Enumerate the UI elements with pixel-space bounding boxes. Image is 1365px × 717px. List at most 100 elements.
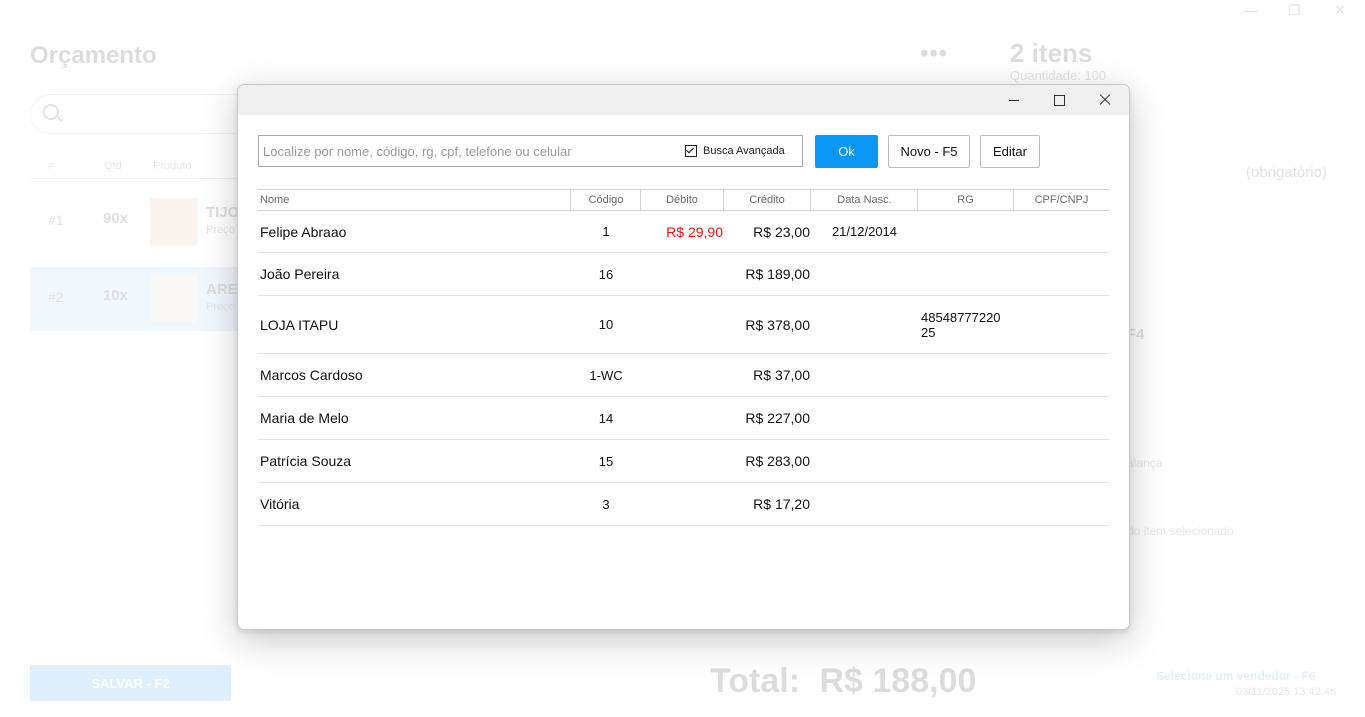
cart-row[interactable]: #1 90x TIJO Preço bbox=[30, 190, 240, 254]
customer-debit bbox=[641, 483, 723, 525]
table-body: Felipe Abraao 1 R$ 29,90 R$ 23,00 21/12/2014… bbox=[258, 211, 1109, 526]
close-icon bbox=[1099, 94, 1111, 106]
ok-button[interactable]: Ok bbox=[815, 135, 878, 168]
customer-cpf bbox=[1014, 397, 1109, 439]
product-image bbox=[150, 198, 198, 246]
advanced-search-checkbox[interactable] bbox=[685, 145, 697, 157]
product-price: Preço bbox=[206, 301, 235, 313]
table-row[interactable]: Maria de Melo 14 R$ 227,00 bbox=[258, 397, 1109, 440]
customer-rg bbox=[919, 354, 1014, 396]
col-header-code[interactable]: Código bbox=[571, 190, 641, 210]
restore-icon[interactable]: ❐ bbox=[1288, 2, 1301, 19]
row-qty: 90x bbox=[103, 210, 129, 227]
customer-code: 15 bbox=[598, 453, 614, 469]
items-count: 2 itens bbox=[1010, 38, 1093, 68]
advanced-search-toggle[interactable]: Busca Avançada bbox=[685, 145, 785, 157]
customer-search-dialog: Busca Avançada Ok Novo - F5 Editar Nome … bbox=[237, 84, 1130, 630]
minimize-icon[interactable]: — bbox=[1244, 2, 1258, 18]
col-header-cpf[interactable]: CPF/CNPJ bbox=[1014, 190, 1109, 210]
table-row[interactable]: LOJA ITAPU 10 R$ 378,00 48548777220 25 bbox=[258, 296, 1109, 354]
customer-required-hint: (obrigatório) bbox=[1246, 164, 1327, 181]
datetime: 03/11/2025 13:42:46 bbox=[1235, 686, 1336, 698]
customer-name: Vitória bbox=[260, 496, 300, 512]
customer-code: 3 bbox=[602, 496, 610, 512]
select-seller-link[interactable]: Selecione um vendedor - F6 bbox=[1156, 669, 1315, 683]
customer-rg: 48548777220 25 bbox=[921, 309, 1001, 340]
product-search-input[interactable] bbox=[30, 94, 262, 134]
customer-cpf bbox=[1014, 354, 1109, 396]
customer-name: Maria de Melo bbox=[260, 410, 349, 426]
customer-cpf bbox=[1014, 483, 1109, 525]
close-icon[interactable]: ✕ bbox=[1334, 2, 1346, 19]
customer-birthdate: 21/12/2014 bbox=[831, 224, 898, 239]
new-customer-button[interactable]: Novo - F5 bbox=[888, 135, 970, 168]
table-row[interactable]: Felipe Abraao 1 R$ 29,90 R$ 23,00 21/12/2014 bbox=[258, 211, 1109, 253]
customer-debit bbox=[641, 253, 723, 295]
customer-search-input[interactable] bbox=[259, 136, 677, 166]
customer-cpf bbox=[1014, 253, 1109, 295]
save-button[interactable]: SALVAR - F2 bbox=[30, 665, 231, 701]
page-title: Orçamento bbox=[30, 42, 157, 69]
minimize-button[interactable] bbox=[992, 85, 1036, 115]
selected-item-hint: do item selecionado bbox=[1127, 524, 1234, 538]
customer-debit bbox=[641, 440, 723, 482]
customer-name: LOJA ITAPU bbox=[260, 316, 339, 333]
table-row[interactable]: Vitória 3 R$ 17,20 bbox=[258, 483, 1109, 526]
row-index: #1 bbox=[48, 212, 64, 228]
customer-name: Patrícia Souza bbox=[260, 453, 352, 469]
customer-code: 10 bbox=[598, 317, 614, 332]
customer-table: Nome Código Débito Crédito Data Nasc. RG… bbox=[258, 189, 1109, 526]
customer-birthdate bbox=[811, 296, 918, 353]
col-header-product: Produto bbox=[153, 160, 192, 172]
customer-birthdate bbox=[811, 397, 918, 439]
balance-hint: alança bbox=[1127, 456, 1163, 470]
customer-credit: R$ 283,00 bbox=[745, 453, 810, 469]
row-index: #2 bbox=[48, 289, 64, 305]
maximize-icon bbox=[1053, 94, 1065, 106]
customer-code: 1 bbox=[602, 224, 610, 239]
customer-rg bbox=[919, 397, 1014, 439]
more-menu-icon[interactable]: ••• bbox=[920, 40, 948, 68]
customer-name: Marcos Cardoso bbox=[260, 367, 363, 383]
customer-name: João Pereira bbox=[260, 266, 340, 282]
quantity-total: Quantidade: 100 bbox=[1010, 68, 1107, 83]
customer-cpf bbox=[1014, 211, 1109, 252]
advanced-search-label: Busca Avançada bbox=[703, 145, 785, 157]
customer-name: Felipe Abraao bbox=[260, 223, 347, 240]
customer-search-field: Busca Avançada bbox=[258, 135, 803, 167]
customer-rg bbox=[919, 440, 1014, 482]
table-row[interactable]: João Pereira 16 R$ 189,00 bbox=[258, 253, 1109, 296]
customer-birthdate bbox=[811, 253, 918, 295]
customer-cpf bbox=[1014, 296, 1109, 353]
dialog-titlebar[interactable] bbox=[238, 85, 1129, 115]
customer-birthdate bbox=[811, 440, 918, 482]
col-header-debit[interactable]: Débito bbox=[641, 190, 723, 210]
customer-debit: R$ 29,90 bbox=[666, 223, 723, 240]
customer-credit: R$ 23,00 bbox=[753, 223, 810, 240]
customer-debit bbox=[641, 397, 723, 439]
customer-debit bbox=[641, 296, 723, 353]
customer-credit: R$ 189,00 bbox=[745, 266, 810, 282]
total-value: R$ 188,00 bbox=[819, 662, 977, 700]
close-button[interactable] bbox=[1083, 85, 1127, 115]
col-header-rg[interactable]: RG bbox=[918, 190, 1013, 210]
row-qty: 10x bbox=[103, 287, 129, 304]
table-row[interactable]: Marcos Cardoso 1-WC R$ 37,00 bbox=[258, 354, 1109, 397]
customer-birthdate bbox=[811, 354, 918, 396]
col-header-credit[interactable]: Crédito bbox=[724, 190, 810, 210]
table-row[interactable]: Patrícia Souza 15 R$ 283,00 bbox=[258, 440, 1109, 483]
total: Total: R$ 188,00 bbox=[710, 662, 976, 701]
col-header-name[interactable]: Nome bbox=[260, 190, 289, 210]
minimize-icon bbox=[1009, 99, 1019, 101]
product-price: Preço bbox=[206, 224, 235, 236]
customer-debit bbox=[641, 354, 723, 396]
col-header-dob[interactable]: Data Nasc. bbox=[811, 190, 918, 210]
cart-row[interactable]: #2 10x ARE Preço bbox=[30, 267, 240, 331]
maximize-button[interactable] bbox=[1037, 85, 1081, 115]
edit-customer-button[interactable]: Editar bbox=[980, 135, 1040, 168]
product-name: ARE bbox=[206, 281, 238, 298]
customer-cpf bbox=[1014, 440, 1109, 482]
product-image bbox=[150, 275, 198, 323]
divider bbox=[30, 178, 240, 179]
col-header-index: # bbox=[48, 160, 55, 172]
